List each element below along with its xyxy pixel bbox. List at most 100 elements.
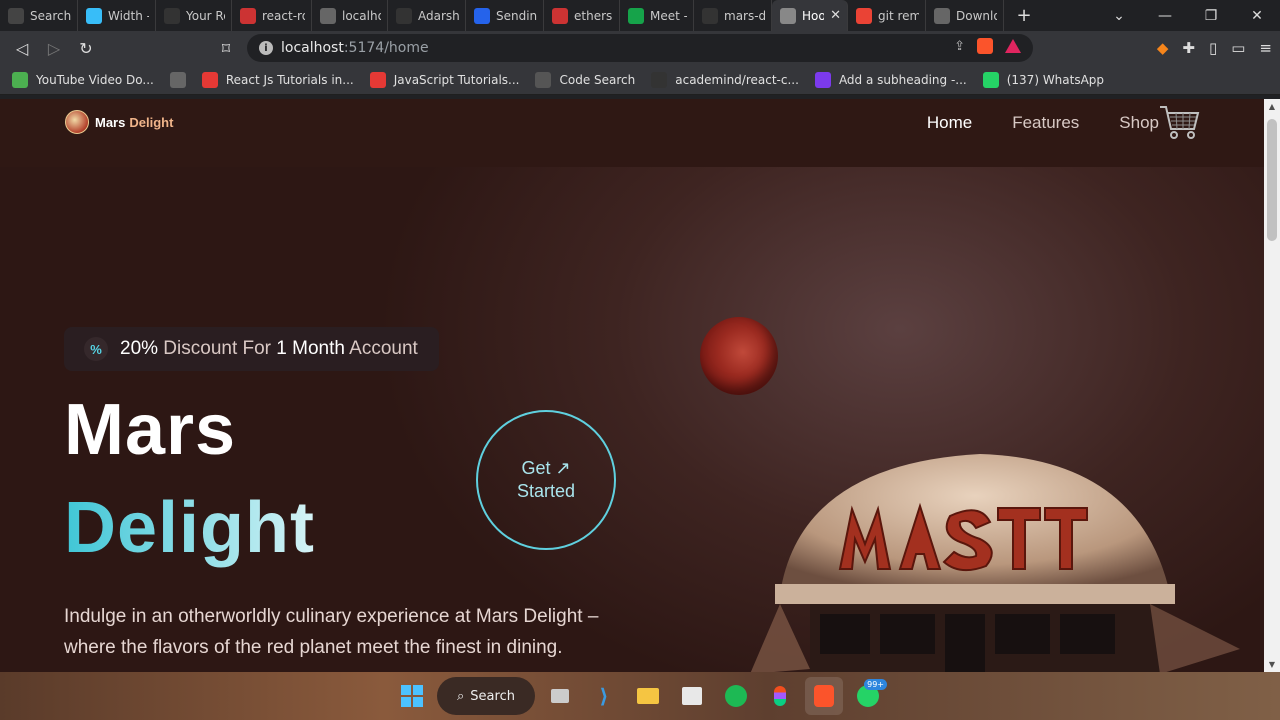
tab-favicon-icon bbox=[474, 7, 490, 24]
scroll-down-icon[interactable]: ▼ bbox=[1264, 660, 1280, 669]
new-tab-button[interactable]: + bbox=[1004, 5, 1044, 26]
tab-search-icon[interactable]: ⌄ bbox=[1096, 8, 1142, 24]
tab-favicon-icon bbox=[702, 7, 718, 24]
bookmark-label: YouTube Video Do... bbox=[36, 72, 154, 87]
bookmark-favicon-icon bbox=[535, 71, 552, 88]
headline-mars: Mars bbox=[64, 390, 237, 470]
browser-tab[interactable]: react-ro bbox=[232, 0, 312, 31]
tab-title: mars-de bbox=[724, 8, 765, 23]
share-icon[interactable]: ⇪ bbox=[954, 39, 965, 54]
browser-tab[interactable]: AdarshC bbox=[388, 0, 466, 31]
discount-percent: 20% bbox=[120, 338, 159, 359]
tab-title: git rem bbox=[878, 8, 919, 23]
bookmark-label: (137) WhatsApp bbox=[1006, 72, 1105, 87]
store-icon[interactable] bbox=[673, 677, 711, 715]
address-bar[interactable]: i localhost :5174/home ⇪ bbox=[247, 34, 1033, 62]
nav-shop[interactable]: Shop bbox=[1119, 113, 1159, 133]
scroll-thumb[interactable] bbox=[1267, 119, 1277, 241]
figma-icon[interactable] bbox=[761, 677, 799, 715]
whatsapp-taskbar-icon[interactable]: 99+ bbox=[849, 677, 887, 715]
browser-toolbar: ◁ ▷ ↻ ⌑ i localhost :5174/home ⇪ ◆ ✚ ▯ ▭… bbox=[0, 31, 1280, 65]
windows-taskbar: ⌕ Search ⟩ 99+ bbox=[0, 672, 1280, 720]
brave-shield-icon[interactable] bbox=[977, 38, 993, 54]
site-menu: Home Features Shop bbox=[927, 113, 1159, 133]
bookmark-favicon-icon bbox=[169, 71, 186, 88]
file-explorer-icon[interactable] bbox=[629, 677, 667, 715]
spotify-icon[interactable] bbox=[717, 677, 755, 715]
tab-title: Downlo bbox=[956, 8, 997, 23]
minimize-icon[interactable]: — bbox=[1142, 8, 1188, 24]
browser-tab[interactable]: Meet - bbox=[620, 0, 694, 31]
tab-favicon-icon bbox=[8, 7, 24, 24]
site-header: Mars Delight Home Features Shop bbox=[0, 99, 1264, 167]
tab-title: AdarshC bbox=[418, 8, 459, 23]
browser-tab[interactable]: Your Re bbox=[156, 0, 232, 31]
whatsapp-badge: 99+ bbox=[864, 679, 887, 690]
brave-taskbar-icon[interactable] bbox=[805, 677, 843, 715]
tab-title: Hoo bbox=[802, 8, 825, 23]
get-started-line2: Started bbox=[516, 481, 576, 501]
get-started-button[interactable]: Get ↗ Started bbox=[476, 410, 616, 550]
browser-tab[interactable]: Sending bbox=[466, 0, 544, 31]
browser-tab[interactable]: localhos bbox=[312, 0, 388, 31]
brave-rewards-icon[interactable] bbox=[1005, 39, 1021, 53]
site-logo[interactable]: Mars Delight bbox=[65, 110, 173, 134]
cart-icon[interactable] bbox=[1158, 102, 1200, 142]
browser-tab[interactable]: Search bbox=[0, 0, 78, 31]
bookmark-item[interactable]: academind/react-c... bbox=[651, 71, 799, 88]
forward-icon[interactable]: ▷ bbox=[38, 39, 70, 58]
extensions-icon[interactable]: ✚ bbox=[1182, 39, 1195, 57]
bookmark-label: JavaScript Tutorials... bbox=[393, 72, 520, 87]
browser-tab[interactable]: Hoo ✕ bbox=[772, 0, 848, 31]
close-tab-icon[interactable]: ✕ bbox=[824, 8, 841, 23]
discount-badge: % 20% Discount For 1 Month Account bbox=[64, 327, 439, 371]
taskbar-search[interactable]: ⌕ Search bbox=[437, 677, 535, 715]
browser-tab[interactable]: mars-de bbox=[694, 0, 772, 31]
back-icon[interactable]: ◁ bbox=[6, 39, 38, 58]
bookmark-item[interactable]: JavaScript Tutorials... bbox=[369, 71, 520, 88]
task-view-icon[interactable] bbox=[541, 677, 579, 715]
tab-favicon-icon bbox=[934, 7, 950, 24]
browser-tab[interactable]: git rem bbox=[848, 0, 926, 31]
tab-title: Meet - bbox=[650, 8, 687, 23]
restore-icon[interactable]: ❐ bbox=[1188, 8, 1234, 24]
logo-text-mars: Mars bbox=[95, 114, 126, 130]
vscode-icon[interactable]: ⟩ bbox=[585, 677, 623, 715]
metamask-icon[interactable]: ◆ bbox=[1157, 39, 1169, 57]
address-host: localhost bbox=[281, 40, 344, 56]
bookmark-favicon-icon bbox=[201, 71, 218, 88]
tab-favicon-icon bbox=[552, 7, 568, 24]
discount-tail-text: Account bbox=[344, 338, 418, 359]
bookmark-favicon-icon bbox=[814, 71, 831, 88]
browser-tab[interactable]: Downlo bbox=[926, 0, 1004, 31]
bookmark-item[interactable]: YouTube Video Do... bbox=[12, 71, 154, 88]
bookmark-icon[interactable]: ⌑ bbox=[210, 39, 242, 58]
tab-favicon-icon bbox=[86, 7, 102, 24]
browser-tab[interactable]: Width - bbox=[78, 0, 156, 31]
taskbar-search-label: Search bbox=[470, 688, 515, 704]
sidebar-icon[interactable]: ▯ bbox=[1209, 39, 1217, 57]
bookmark-label: Code Search bbox=[559, 72, 636, 87]
get-started-line1: Get ↗ bbox=[521, 458, 571, 478]
page-scrollbar[interactable]: ▲ ▼ bbox=[1264, 99, 1280, 672]
wallet-icon[interactable]: ▭ bbox=[1231, 39, 1245, 57]
bookmark-item[interactable] bbox=[169, 71, 186, 88]
bookmark-favicon-icon bbox=[369, 71, 386, 88]
bookmark-item[interactable]: Code Search bbox=[535, 71, 636, 88]
menu-icon[interactable]: ≡ bbox=[1259, 39, 1272, 57]
start-icon[interactable] bbox=[393, 677, 431, 715]
bookmark-item[interactable]: React Js Tutorials in... bbox=[201, 71, 354, 88]
search-icon: ⌕ bbox=[457, 688, 465, 704]
discount-duration: 1 Month bbox=[276, 338, 345, 359]
tab-title: Sending bbox=[496, 8, 537, 23]
headline-delight: Delight bbox=[64, 488, 315, 568]
nav-home[interactable]: Home bbox=[927, 113, 972, 133]
bookmark-item[interactable]: Add a subheading -... bbox=[814, 71, 967, 88]
reload-icon[interactable]: ↻ bbox=[70, 39, 102, 58]
site-info-icon[interactable]: i bbox=[259, 41, 273, 55]
nav-features[interactable]: Features bbox=[1012, 113, 1079, 133]
close-window-icon[interactable]: ✕ bbox=[1234, 8, 1280, 24]
scroll-up-icon[interactable]: ▲ bbox=[1264, 102, 1280, 111]
bookmark-item[interactable]: (137) WhatsApp bbox=[982, 71, 1105, 88]
browser-tab[interactable]: ethers - bbox=[544, 0, 620, 31]
